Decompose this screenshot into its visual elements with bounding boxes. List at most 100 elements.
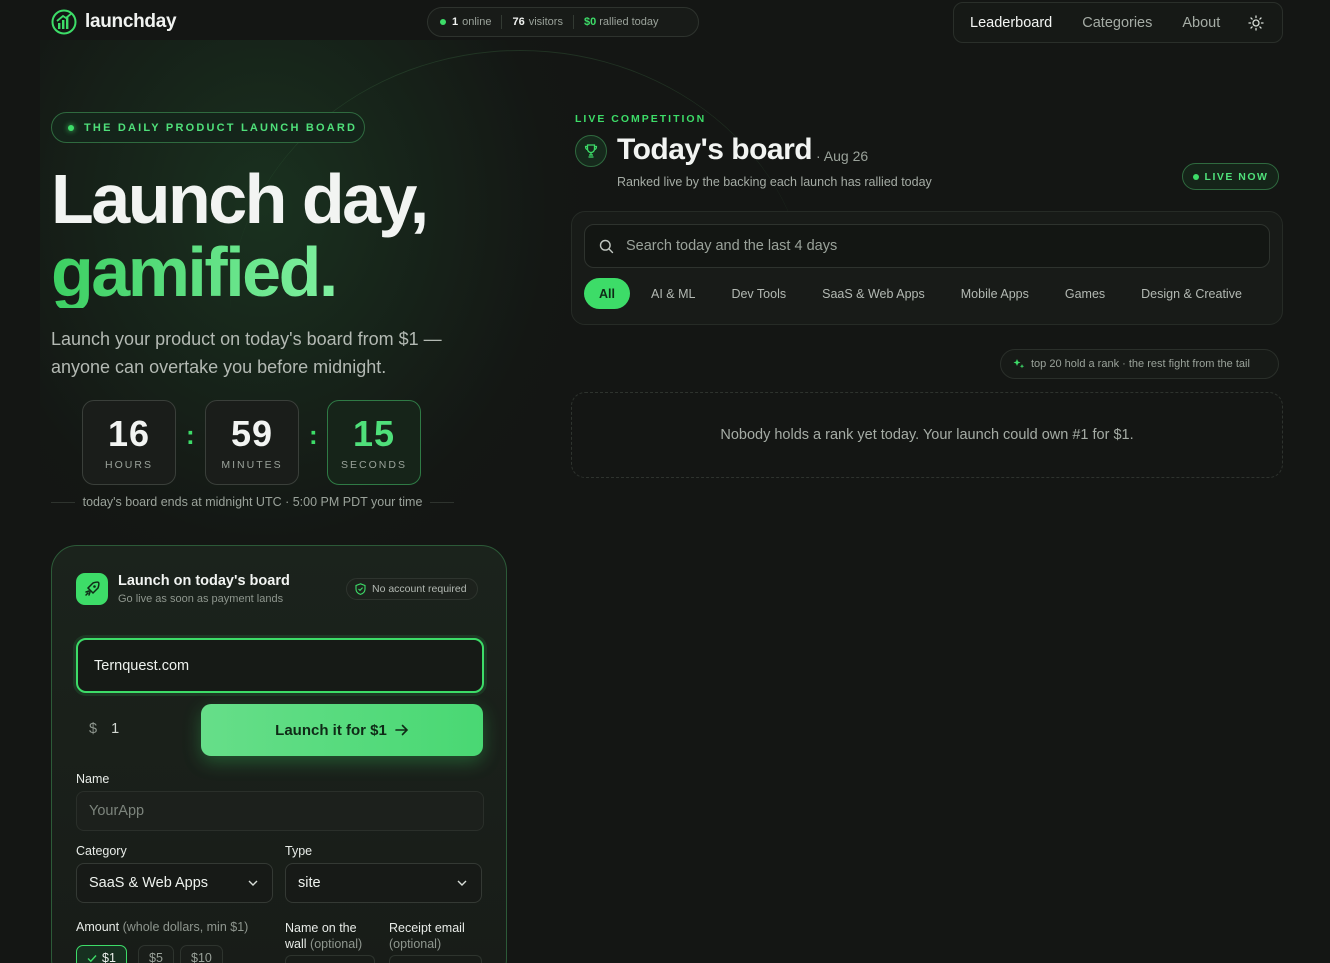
- seconds-value: 15: [352, 413, 396, 454]
- board-date: · Aug 26: [816, 148, 869, 164]
- divider: [501, 15, 503, 29]
- pill-text: THE DAILY PRODUCT LAUNCH BOARD: [84, 121, 358, 134]
- tab-design-creative[interactable]: Design & Creative: [1126, 278, 1257, 309]
- empty-message-text: Nobody holds a rank yet today. Your laun…: [720, 427, 1134, 443]
- live-dot-icon: [1192, 173, 1199, 180]
- category-value: SaaS & Web Apps: [89, 875, 209, 891]
- tab-dev-tools[interactable]: Dev Tools: [716, 278, 801, 309]
- hero-subtitle: Launch your product on today's board fro…: [51, 329, 442, 377]
- live-now-badge: LIVE NOW: [1182, 163, 1279, 190]
- tab-games[interactable]: Games: [1050, 278, 1120, 309]
- hours-label: HOURS: [105, 459, 153, 471]
- no-account-text: No account required: [372, 583, 467, 595]
- type-label: Type: [285, 844, 313, 858]
- tab-mobile-apps[interactable]: Mobile Apps: [946, 278, 1044, 309]
- minutes-value: 59: [230, 413, 274, 454]
- online-dot-icon: [440, 19, 446, 25]
- top-nav: Leaderboard Categories About: [953, 2, 1283, 43]
- name-placeholder: YourApp: [89, 803, 145, 819]
- visitors-label: visitors: [528, 16, 563, 28]
- nav-categories[interactable]: Categories: [1082, 15, 1152, 31]
- wall-label: Name on the wall (optional): [285, 920, 377, 952]
- live-competition-eyebrow: LIVE COMPETITION: [575, 113, 707, 125]
- search-icon: [599, 239, 614, 253]
- email-label-text: Receipt email: [389, 921, 465, 935]
- online-count: 1: [452, 16, 459, 28]
- arrow-right-icon: [395, 724, 408, 736]
- board-subtitle: Ranked live by the backing each launch h…: [617, 175, 932, 189]
- launch-button-label: Launch it for $1: [275, 721, 387, 739]
- name-label: Name: [76, 772, 110, 786]
- sparkle-icon: [1013, 359, 1025, 369]
- divider: [51, 501, 75, 503]
- type-select[interactable]: site: [285, 863, 482, 903]
- amount-option-10[interactable]: $10: [180, 945, 223, 963]
- theme-toggle-sun-icon[interactable]: [1248, 14, 1264, 31]
- rallied-amount: $0: [583, 16, 597, 28]
- amount-input[interactable]: $ 1: [89, 721, 119, 737]
- amount-hint: (whole dollars, min $1): [122, 920, 249, 934]
- tail-note-text: top 20 hold a rank · the rest fight from…: [1031, 358, 1250, 370]
- rocket-icon: [76, 573, 108, 605]
- amount-option-label: $5: [149, 951, 163, 963]
- name-input[interactable]: YourApp: [76, 791, 484, 831]
- wall-name-input[interactable]: [285, 955, 375, 963]
- type-value: site: [298, 875, 321, 891]
- email-hint: (optional): [389, 937, 442, 951]
- nav-about[interactable]: About: [1182, 15, 1220, 31]
- countdown-seconds: 15 SECONDS: [327, 400, 421, 485]
- amount-label-text: Amount: [76, 920, 120, 934]
- hero-pill: THE DAILY PRODUCT LAUNCH BOARD: [51, 112, 365, 143]
- amount-option-5[interactable]: $5: [138, 945, 174, 963]
- nav-leaderboard[interactable]: Leaderboard: [970, 15, 1052, 31]
- launch-card: Launch on today's board Go live as soon …: [51, 545, 507, 963]
- card-title: Launch on today's board: [118, 573, 290, 589]
- email-label: Receipt email (optional): [389, 920, 481, 952]
- check-icon: [87, 954, 97, 962]
- tab-saas-web-apps[interactable]: SaaS & Web Apps: [807, 278, 940, 309]
- live-now-text: LIVE NOW: [1204, 170, 1269, 183]
- hours-value: 16: [107, 413, 151, 454]
- receipt-email-input[interactable]: [389, 955, 482, 963]
- tail-note-badge: top 20 hold a rank · the rest fight from…: [1000, 349, 1279, 379]
- launch-button[interactable]: Launch it for $1: [201, 704, 483, 756]
- no-account-badge: No account required: [346, 578, 478, 600]
- divider: [430, 501, 454, 503]
- headline-line-1: Launch day,: [51, 160, 429, 238]
- amount-option-label: $1: [102, 951, 116, 963]
- wall-hint: (optional): [310, 937, 363, 951]
- minutes-label: MINUTES: [221, 459, 283, 471]
- empty-board-message: Nobody holds a rank yet today. Your laun…: [571, 392, 1283, 478]
- pill-dot-icon: [68, 124, 74, 131]
- tab-ai-ml[interactable]: AI & ML: [636, 278, 710, 309]
- url-value: Ternquest.com: [94, 657, 190, 674]
- category-label: Category: [76, 844, 127, 858]
- search-input[interactable]: Search today and the last 4 days: [584, 224, 1270, 268]
- tab-all[interactable]: All: [584, 278, 630, 309]
- product-url-input[interactable]: Ternquest.com: [76, 638, 484, 693]
- amount-value: 1: [111, 721, 120, 737]
- shield-check-icon: [355, 583, 366, 595]
- category-select[interactable]: SaaS & Web Apps: [76, 863, 273, 903]
- chart-logo-icon: [51, 9, 77, 35]
- chevron-down-icon: [457, 880, 467, 886]
- amount-option-1[interactable]: $1: [76, 945, 127, 963]
- countdown-colon: :: [309, 420, 318, 450]
- visitors-count: 76: [512, 16, 525, 28]
- online-label: online: [462, 16, 492, 28]
- brand-name: launchday: [85, 11, 177, 32]
- countdown-colon: :: [186, 420, 195, 450]
- chevron-down-icon: [248, 880, 258, 886]
- amount-label: Amount (whole dollars, min $1): [76, 920, 248, 934]
- ends-text: today's board ends at midnight UTC · 5:0…: [82, 495, 423, 509]
- amount-option-label: $10: [191, 951, 212, 963]
- brand-logo[interactable]: launchday: [51, 9, 177, 35]
- search-placeholder: Search today and the last 4 days: [626, 238, 838, 254]
- seconds-label: SECONDS: [341, 459, 407, 471]
- live-stats-bar: 1 online 76 visitors $0 rallied today: [427, 7, 699, 37]
- board-filter-panel: Search today and the last 4 days All AI …: [571, 211, 1283, 325]
- card-subtitle: Go live as soon as payment lands: [118, 593, 284, 605]
- board-title: Today's board: [617, 133, 813, 166]
- headline-line-2: gamified.: [51, 233, 338, 311]
- trophy-icon: [575, 135, 607, 167]
